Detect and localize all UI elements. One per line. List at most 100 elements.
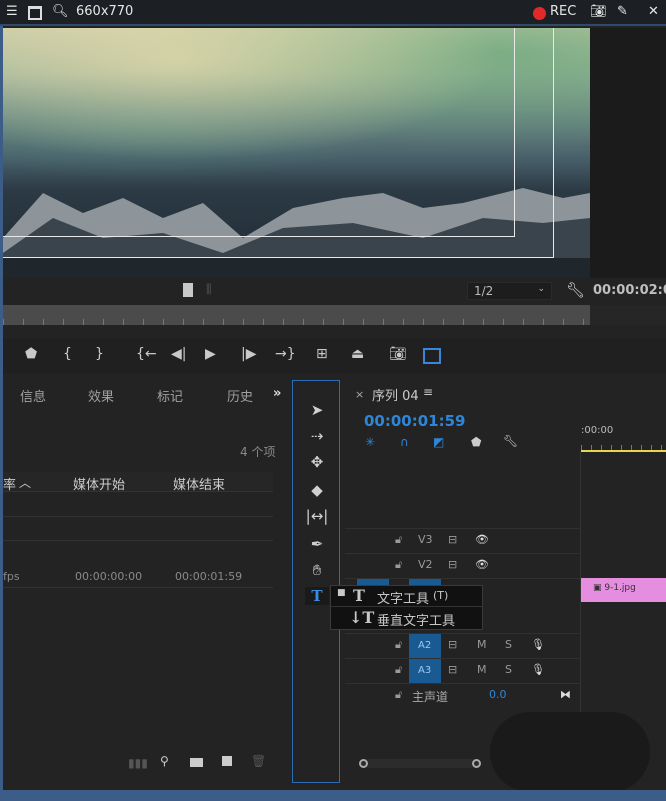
menu-icon[interactable]: ☰: [6, 4, 18, 19]
export-frame-icon[interactable]: 📷︎: [389, 346, 407, 362]
column-rate[interactable]: 率: [3, 474, 16, 493]
lock-icon[interactable]: 🔓︎: [395, 663, 402, 677]
tab-history[interactable]: 历史: [227, 386, 253, 405]
mark-out-icon[interactable]: }: [95, 346, 104, 362]
transport-controls: ⬟ { } {← ◀| ▶ |▶ →} ⊞ ⏏ 📷︎: [3, 338, 666, 374]
sequence-tab[interactable]: 序列 04: [372, 385, 419, 404]
clip-9-1[interactable]: ▣ 9-1.jpg: [581, 578, 666, 602]
more-tabs-button[interactable]: »: [273, 386, 281, 401]
close-sequence-button[interactable]: ×: [355, 388, 364, 401]
safe-margins-button[interactable]: [423, 348, 441, 364]
audio-icon[interactable]: ⫼: [206, 282, 212, 297]
ruler-start-time: :00:00: [581, 425, 614, 436]
fit-icon[interactable]: [183, 283, 193, 297]
cell-rate: fps: [3, 570, 20, 583]
mic-icon[interactable]: 🎙︎: [531, 663, 545, 676]
track-label[interactable]: A3: [409, 659, 441, 683]
safe-margin: [3, 236, 515, 237]
scroll-handle-left[interactable]: [359, 759, 368, 768]
sort-ascending-icon[interactable]: ︿: [19, 474, 31, 491]
search-icon[interactable]: ⚲: [160, 754, 169, 768]
delete-icon[interactable]: 🗑︎: [251, 754, 266, 768]
window-icon[interactable]: [28, 6, 42, 20]
tab-info[interactable]: 信息: [20, 386, 46, 405]
lock-icon[interactable]: 🔓︎: [395, 688, 402, 702]
sync-icon[interactable]: ⊟: [448, 558, 457, 571]
collapse-icon[interactable]: ⧓: [560, 688, 571, 701]
timeline-timecode[interactable]: 00:00:01:59: [364, 412, 466, 430]
time-ruler[interactable]: [581, 442, 666, 452]
lock-icon[interactable]: 🔓︎: [395, 558, 402, 572]
nest-icon[interactable]: ✳: [365, 435, 375, 449]
master-label: 主声道: [412, 690, 449, 704]
go-to-in-icon[interactable]: {←: [136, 346, 157, 362]
table-row[interactable]: fps 00:00:00:00 00:00:01:59: [3, 564, 273, 588]
type-tool-icon[interactable]: T: [305, 587, 329, 605]
tools-panel: ➤ ⇢ ✥ ◆ |↔| ✒ ✋︎ T: [292, 380, 340, 783]
project-panel: 信息 效果 标记 历史 » 4 个项 率 ︿ 媒体开始 媒体结束 fps 00:…: [3, 380, 289, 785]
go-to-out-icon[interactable]: →}: [275, 346, 296, 362]
column-media-start[interactable]: 媒体开始: [73, 474, 125, 493]
ripple-edit-tool-icon[interactable]: ✥: [305, 453, 329, 471]
snap-icon[interactable]: ∩: [400, 435, 409, 449]
extract-icon[interactable]: ⏏: [351, 346, 364, 362]
hand-tool-icon[interactable]: ✋︎: [305, 561, 329, 579]
camera-icon[interactable]: 📷︎: [590, 4, 607, 19]
mute-button[interactable]: M: [477, 638, 487, 651]
rec-button[interactable]: REC: [550, 4, 576, 19]
solo-button[interactable]: S: [505, 663, 512, 676]
lift-icon[interactable]: ⊞: [316, 346, 328, 362]
selected-bullet: ■: [337, 588, 346, 598]
pencil-icon[interactable]: ✎: [617, 4, 628, 19]
slip-tool-icon[interactable]: |↔|: [305, 507, 329, 525]
monitor-side: [590, 28, 666, 278]
list-view-icon[interactable]: ▮▮▮: [128, 756, 148, 770]
mic-icon[interactable]: 🎙︎: [531, 638, 545, 651]
lock-icon[interactable]: 🔓︎: [395, 638, 402, 652]
settings-wrench-icon[interactable]: 🔧︎: [503, 434, 518, 448]
tab-markers[interactable]: 标记: [157, 386, 183, 405]
linked-selection-icon[interactable]: ◩: [433, 435, 444, 449]
mountains: [3, 188, 590, 278]
marker-icon[interactable]: ⬟: [25, 346, 37, 362]
menu-item-type-tool[interactable]: ■ T 文字工具 (T): [331, 586, 482, 607]
step-forward-icon[interactable]: |▶: [241, 346, 256, 362]
tab-effects[interactable]: 效果: [88, 386, 114, 405]
close-icon[interactable]: ✕: [648, 4, 659, 19]
sky: [3, 28, 590, 188]
eye-icon[interactable]: 👁︎: [475, 558, 489, 571]
type-tool-flyout-menu: ■ T 文字工具 (T) ↓T 垂直文字工具: [330, 585, 483, 630]
track-select-tool-icon[interactable]: ⇢: [305, 427, 329, 445]
eye-icon[interactable]: 👁︎: [475, 533, 489, 546]
scroll-handle-right[interactable]: [472, 759, 481, 768]
overlay-shadow: [490, 712, 650, 792]
add-marker-icon[interactable]: ⬟: [471, 435, 481, 449]
master-volume[interactable]: 0.0: [489, 688, 507, 701]
menu-item-vertical-type-tool[interactable]: ↓T 垂直文字工具: [331, 608, 482, 629]
sync-icon[interactable]: ⊟: [448, 533, 457, 546]
track-label[interactable]: A2: [409, 634, 441, 658]
mark-in-icon[interactable]: {: [63, 346, 72, 362]
new-bin-icon[interactable]: [190, 758, 203, 767]
wrench-icon[interactable]: 🔧︎: [566, 281, 585, 299]
pen-tool-icon[interactable]: ✒: [305, 535, 329, 553]
new-item-icon[interactable]: [222, 756, 232, 766]
selection-tool-icon[interactable]: ➤: [305, 401, 329, 419]
sync-icon[interactable]: ⊟: [448, 663, 457, 676]
sync-icon[interactable]: ⊟: [448, 638, 457, 651]
zoom-scrollbar[interactable]: [359, 759, 481, 768]
column-media-end[interactable]: 媒体结束: [173, 474, 225, 493]
mute-button[interactable]: M: [477, 663, 487, 676]
monitor-timeline-ruler[interactable]: [3, 305, 590, 325]
zoom-select[interactable]: 1/2 ⌄: [467, 282, 552, 300]
solo-button[interactable]: S: [505, 638, 512, 651]
step-back-icon[interactable]: ◀|: [171, 346, 186, 362]
track-v3: 🔓︎ V3 ⊟ 👁︎: [345, 528, 581, 552]
search-icon[interactable]: 🔍︎: [52, 4, 69, 19]
play-icon[interactable]: ▶: [205, 346, 216, 362]
razor-tool-icon[interactable]: ◆: [305, 481, 329, 499]
title-bar: ☰ 🔍︎ 660x770 REC 📷︎ ✎ ✕: [0, 0, 666, 26]
lock-icon[interactable]: 🔓︎: [395, 533, 402, 547]
record-icon[interactable]: [533, 7, 546, 20]
panel-menu-icon[interactable]: ≡: [423, 385, 433, 399]
